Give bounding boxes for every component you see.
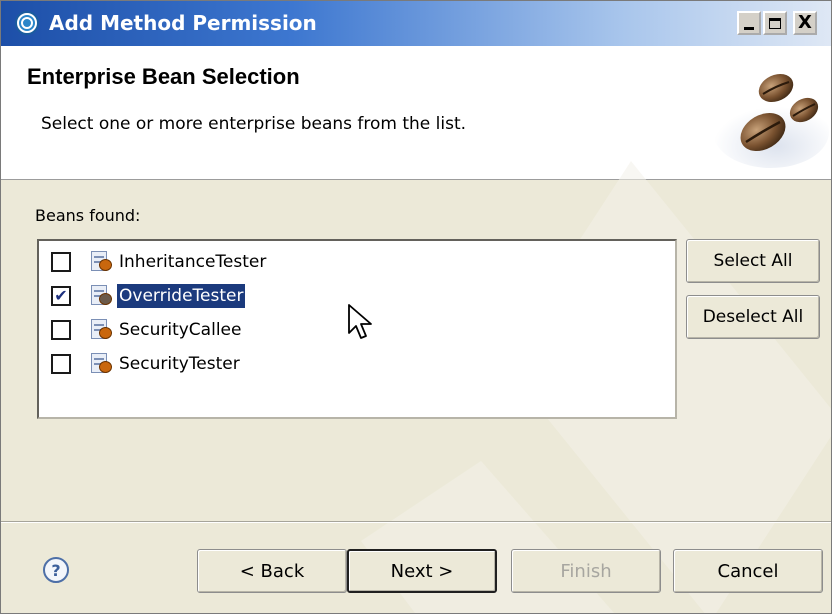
minimize-icon bbox=[744, 26, 754, 30]
close-icon: X bbox=[798, 12, 812, 33]
back-button[interactable]: < Back bbox=[197, 549, 347, 593]
footer-separator bbox=[1, 521, 831, 523]
page-description: Select one or more enterprise beans from… bbox=[41, 114, 467, 134]
beans-found-label: Beans found: bbox=[35, 206, 141, 225]
bean-label: SecurityCallee bbox=[119, 320, 242, 340]
checkmark-icon: ✔ bbox=[54, 286, 68, 305]
deselect-all-button[interactable]: Deselect All bbox=[686, 295, 820, 339]
close-button[interactable]: X bbox=[793, 11, 817, 35]
bean-label: SecurityTester bbox=[119, 354, 240, 374]
bean-checkbox[interactable]: ✔ bbox=[51, 286, 71, 306]
page-title: Enterprise Bean Selection bbox=[27, 64, 300, 89]
enterprise-bean-icon bbox=[89, 319, 113, 341]
title-bar[interactable]: Add Method Permission X bbox=[1, 1, 831, 46]
list-item[interactable]: SecurityCallee bbox=[51, 315, 243, 345]
mouse-pointer-icon bbox=[348, 304, 372, 339]
maximize-button[interactable] bbox=[763, 11, 787, 35]
enterprise-bean-icon bbox=[89, 353, 113, 375]
bean-label: InheritanceTester bbox=[119, 252, 267, 272]
bean-checkbox[interactable] bbox=[51, 320, 71, 340]
cancel-button[interactable]: Cancel bbox=[673, 549, 823, 593]
enterprise-bean-icon bbox=[89, 251, 113, 273]
select-all-button[interactable]: Select All bbox=[686, 239, 820, 283]
add-method-permission-window: Add Method Permission X Enterprise Bean … bbox=[0, 0, 832, 614]
enterprise-bean-icon bbox=[89, 285, 113, 307]
header-banner: Enterprise Bean Selection Select one or … bbox=[1, 46, 831, 180]
maximize-icon bbox=[769, 17, 781, 29]
coffee-beans-icon bbox=[713, 73, 829, 168]
window-title: Add Method Permission bbox=[49, 11, 317, 35]
bean-checkbox[interactable] bbox=[51, 252, 71, 272]
app-icon bbox=[15, 11, 39, 35]
list-item[interactable]: SecurityTester bbox=[51, 349, 242, 379]
bean-checkbox[interactable] bbox=[51, 354, 71, 374]
help-icon[interactable]: ? bbox=[43, 557, 69, 583]
list-item[interactable]: InheritanceTester bbox=[51, 247, 268, 277]
next-button[interactable]: Next > bbox=[347, 549, 497, 593]
minimize-button[interactable] bbox=[737, 11, 761, 35]
bean-label: OverrideTester bbox=[115, 283, 247, 309]
list-item[interactable]: ✔ OverrideTester bbox=[51, 281, 247, 311]
finish-button[interactable]: Finish bbox=[511, 549, 661, 593]
